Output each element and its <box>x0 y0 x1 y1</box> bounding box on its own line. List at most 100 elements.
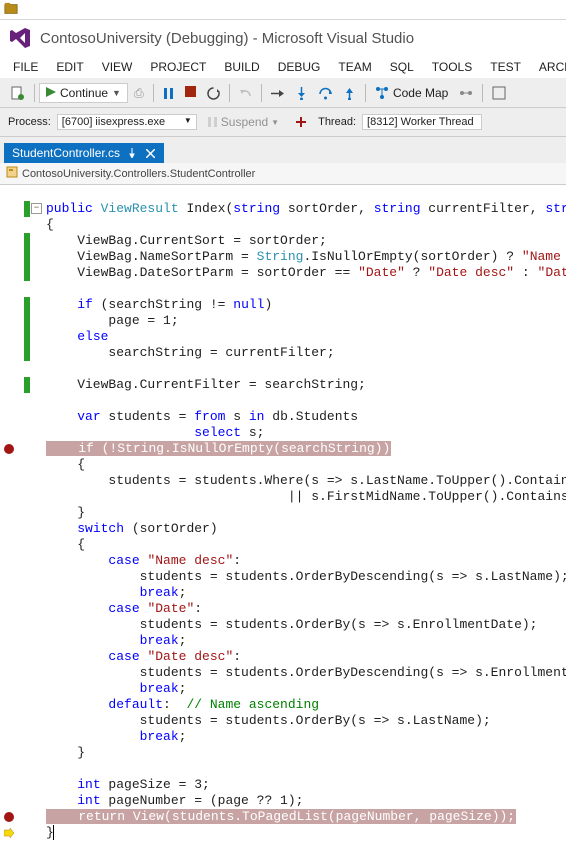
menu-architect[interactable]: ARCHITECT <box>530 56 566 78</box>
code-line[interactable]: page = 1; <box>46 313 566 329</box>
separator <box>153 84 154 102</box>
code-line[interactable]: break; <box>46 681 566 697</box>
breadcrumb[interactable]: ContosoUniversity.Controllers.StudentCon… <box>0 163 566 185</box>
code-line[interactable]: break; <box>46 585 566 601</box>
code-line[interactable]: } <box>46 505 566 521</box>
code-line[interactable]: searchString = currentFilter; <box>46 345 566 361</box>
code-line[interactable]: var students = from s in db.Students <box>46 409 566 425</box>
code-editor[interactable]: − public ViewResult Index(string sortOrd… <box>0 185 566 841</box>
code-line[interactable]: case "Date desc": <box>46 649 566 665</box>
separator <box>261 84 262 102</box>
code-line[interactable]: switch (sortOrder) <box>46 521 566 537</box>
code-line[interactable]: if (searchString != null) <box>46 297 566 313</box>
code-line[interactable] <box>46 281 566 297</box>
code-line[interactable]: default: // Name ascending <box>46 697 566 713</box>
code-line[interactable]: select s; <box>46 425 566 441</box>
code-line[interactable]: || s.FirstMidName.ToUpper().Contains(sea… <box>46 489 566 505</box>
thread-value: [8312] Worker Thread <box>367 116 474 128</box>
collapse-toggle[interactable]: − <box>31 203 42 214</box>
tab-studentcontroller[interactable]: StudentController.cs <box>4 143 164 163</box>
thread-combo[interactable]: [8312] Worker Thread <box>362 114 482 130</box>
stop-button[interactable] <box>180 82 201 104</box>
code-line[interactable]: students = students.OrderByDescending(s … <box>46 569 566 585</box>
misc-button[interactable] <box>487 82 511 104</box>
code-line[interactable]: public ViewResult Index(string sortOrder… <box>46 201 566 217</box>
separator <box>365 84 366 102</box>
process-label: Process: <box>8 116 51 128</box>
menu-debug[interactable]: DEBUG <box>269 56 330 78</box>
code-line[interactable]: if (!String.IsNullOrEmpty(searchString)) <box>46 441 566 457</box>
code-line[interactable]: return View(students.ToPagedList(pageNum… <box>46 809 566 825</box>
system-app-icon <box>4 5 18 19</box>
code-line[interactable] <box>46 761 566 777</box>
menu-team[interactable]: TEAM <box>329 56 380 78</box>
code-line[interactable]: ViewBag.CurrentSort = sortOrder; <box>46 233 566 249</box>
code-line[interactable]: case "Name desc": <box>46 553 566 569</box>
code-line[interactable]: } <box>46 745 566 761</box>
main-toolbar: Continue ▼ ⎙ Code Map <box>0 79 566 108</box>
separator <box>34 84 35 102</box>
codemap-label: Code Map <box>393 86 448 100</box>
breadcrumb-text: ContosoUniversity.Controllers.StudentCon… <box>22 168 255 180</box>
code-line[interactable]: int pageNumber = (page ?? 1); <box>46 793 566 809</box>
thread-icon <box>290 111 312 133</box>
code-line[interactable]: break; <box>46 633 566 649</box>
code-line[interactable]: students = students.Where(s => s.LastNam… <box>46 473 566 489</box>
thread-label: Thread: <box>318 116 356 128</box>
breakpoint-icon[interactable] <box>4 444 14 454</box>
suspend-button[interactable]: Suspend ▼ <box>203 111 284 133</box>
menu-sql[interactable]: SQL <box>381 56 423 78</box>
tab-title: StudentController.cs <box>12 146 120 160</box>
process-combo[interactable]: [6700] iisexpress.exe ▼ <box>57 114 197 130</box>
tab-strip: StudentController.cs <box>0 137 566 163</box>
show-next-button[interactable] <box>266 82 289 104</box>
code-line[interactable]: break; <box>46 729 566 745</box>
code-line[interactable]: int pageSize = 3; <box>46 777 566 793</box>
menu-project[interactable]: PROJECT <box>141 56 215 78</box>
new-item-button[interactable] <box>6 82 30 104</box>
code-line[interactable]: ViewBag.NameSortParm = String.IsNullOrEm… <box>46 249 566 265</box>
code-line[interactable]: case "Date": <box>46 601 566 617</box>
continue-button[interactable]: Continue ▼ <box>39 83 128 103</box>
code-line[interactable]: } <box>46 825 566 841</box>
menu-view[interactable]: VIEW <box>93 56 142 78</box>
menu-file[interactable]: FILE <box>4 56 47 78</box>
code-line[interactable]: { <box>46 457 566 473</box>
code-line[interactable]: students = students.OrderByDescending(s … <box>46 665 566 681</box>
pin-icon[interactable] <box>126 147 138 159</box>
code-area[interactable]: public ViewResult Index(string sortOrder… <box>44 185 566 841</box>
code-line[interactable]: { <box>46 217 566 233</box>
process-value: [6700] iisexpress.exe <box>62 116 165 128</box>
code-line[interactable]: students = students.OrderBy(s => s.LastN… <box>46 713 566 729</box>
step-out-button[interactable] <box>338 82 361 104</box>
code-line[interactable] <box>46 393 566 409</box>
codemap-find-button[interactable] <box>454 82 478 104</box>
code-line[interactable]: students = students.OrderBy(s => s.Enrol… <box>46 617 566 633</box>
close-icon[interactable] <box>144 147 156 159</box>
chevron-down-icon: ▼ <box>184 116 192 128</box>
code-line[interactable]: ViewBag.CurrentFilter = searchString; <box>46 377 566 393</box>
menu-tools[interactable]: TOOLS <box>423 56 481 78</box>
collapse-column[interactable]: − <box>30 185 44 841</box>
current-line-arrow-icon <box>4 828 14 838</box>
attach-button[interactable]: ⎙ <box>129 82 149 104</box>
menu-build[interactable]: BUILD <box>215 56 268 78</box>
breakpoint-icon[interactable] <box>4 812 14 822</box>
breakpoint-gutter[interactable] <box>0 185 24 841</box>
code-line[interactable]: ViewBag.DateSortParm = sortOrder == "Dat… <box>46 265 566 281</box>
codemap-button[interactable]: Code Map <box>370 82 453 104</box>
play-icon <box>46 86 56 100</box>
title-bar: ContosoUniversity (Debugging) - Microsof… <box>0 20 566 56</box>
pause-button[interactable] <box>158 82 179 104</box>
code-line[interactable] <box>46 361 566 377</box>
step-over-button[interactable] <box>314 82 337 104</box>
chevron-down-icon: ▼ <box>271 118 279 127</box>
code-line[interactable]: { <box>46 537 566 553</box>
undo-button[interactable] <box>234 82 257 104</box>
vs-logo-icon <box>8 26 32 50</box>
code-line[interactable]: else <box>46 329 566 345</box>
restart-button[interactable] <box>202 82 225 104</box>
menu-edit[interactable]: EDIT <box>47 56 92 78</box>
step-into-button[interactable] <box>290 82 313 104</box>
menu-test[interactable]: TEST <box>481 56 530 78</box>
